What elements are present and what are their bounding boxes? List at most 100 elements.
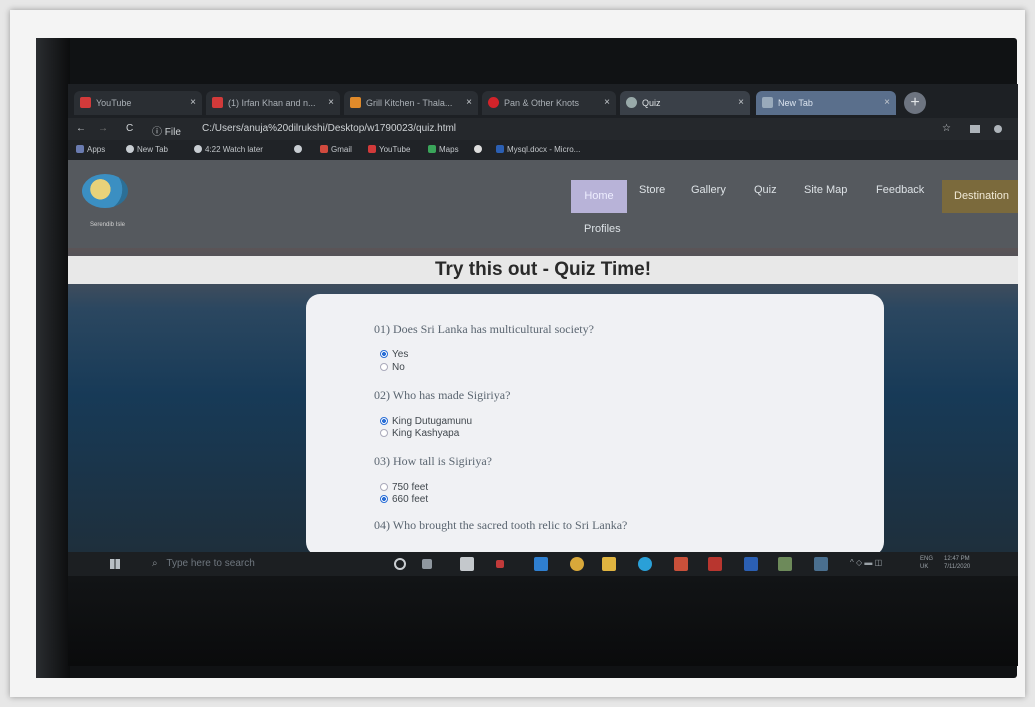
tab-label: Quiz [642, 98, 661, 108]
mail-icon[interactable] [534, 557, 548, 571]
tab-pinterest[interactable]: Pan & Other Knots × [482, 91, 616, 115]
tray-icons[interactable]: ^ ◇ ▬ ◫ [850, 559, 882, 567]
radio-checked[interactable] [380, 495, 388, 503]
nav-site-map[interactable]: Site Map [804, 184, 847, 196]
nav-home[interactable]: Home [571, 180, 627, 213]
app-icon[interactable] [496, 560, 504, 568]
option-q2-kashyapa[interactable]: King Kashyapa [380, 428, 459, 439]
file-explorer-icon[interactable] [602, 557, 616, 571]
bookmark-label: YouTube [379, 145, 411, 154]
nav-gallery[interactable]: Gallery [691, 184, 726, 196]
search-icon: ⌕ [152, 558, 158, 569]
fork-icon [350, 97, 361, 108]
tab-label: YouTube [96, 98, 132, 108]
gmail-icon [320, 145, 328, 153]
nav-feedback[interactable]: Feedback [876, 184, 924, 196]
store-icon[interactable] [460, 557, 474, 571]
cortana-icon[interactable] [394, 558, 406, 570]
nav-profiles[interactable]: Profiles [584, 223, 621, 235]
word-icon [496, 145, 504, 153]
forward-icon[interactable]: → [98, 123, 108, 134]
windows-start-icon[interactable] [110, 559, 120, 569]
new-tab-button[interactable]: + [904, 92, 926, 114]
puzzle-icon[interactable] [994, 125, 1002, 133]
task-view-icon[interactable] [422, 559, 432, 569]
nav-store[interactable]: Store [639, 184, 665, 196]
logo-caption: Serendib Isle [90, 222, 126, 228]
radio-unchecked[interactable] [380, 483, 388, 491]
option-q3-750[interactable]: 750 feet [380, 482, 428, 493]
option-q3-660[interactable]: 660 feet [380, 494, 428, 505]
browser-tabstrip: YouTube × (1) Irfan Khan and n... × Gril… [68, 84, 1018, 118]
bookmark-label: Mysql.docx - Micro... [507, 145, 581, 154]
option-label: No [392, 362, 405, 373]
close-icon[interactable]: × [884, 91, 890, 115]
site-logo-icon[interactable] [82, 174, 128, 208]
site-header: Serendib Isle Home Store Gallery Quiz Si… [68, 160, 1018, 248]
tab-grill-kitchen[interactable]: Grill Kitchen - Thala... × [344, 91, 478, 115]
close-icon[interactable]: × [466, 91, 472, 115]
option-label: King Kashyapa [392, 428, 460, 439]
bookmark-new-tab[interactable]: New Tab [126, 145, 168, 154]
radio-checked[interactable] [380, 417, 388, 425]
bookmark-watch-later[interactable]: 4:22 Watch later [194, 145, 263, 154]
bookmark-label: Apps [87, 145, 106, 154]
question-3: 03) How tall is Sigiriya? [374, 454, 492, 468]
radio-checked[interactable] [380, 350, 388, 358]
chrome-icon[interactable] [570, 557, 584, 571]
reload-icon[interactable]: C [126, 123, 133, 134]
tray-language[interactable]: ENG UK [920, 555, 933, 571]
chrome-icon [474, 145, 482, 153]
globe-icon [294, 145, 302, 153]
app-icon[interactable] [674, 557, 688, 571]
option-q1-yes[interactable]: Yes [380, 349, 408, 360]
close-icon[interactable]: × [328, 91, 334, 115]
radio-unchecked[interactable] [380, 429, 388, 437]
youtube-icon [212, 97, 223, 108]
bookmark-star-icon[interactable]: ☆ [942, 123, 951, 134]
filezilla-icon[interactable] [708, 557, 722, 571]
option-q2-dutugamunu[interactable]: King Dutugamunu [380, 416, 472, 427]
tab-quiz[interactable]: Quiz × [620, 91, 750, 115]
bookmark-misc[interactable] [474, 145, 485, 154]
tab-new-tab[interactable]: New Tab × [756, 91, 896, 115]
bookmark-maps[interactable]: Maps [428, 145, 459, 154]
url-field[interactable]: C:/Users/anuja%20dilrukshi/Desktop/w1790… [202, 123, 456, 134]
bookmark-mysql-docx[interactable]: Mysql.docx - Micro... [496, 145, 580, 154]
globe-icon [626, 97, 637, 108]
bookmark-label: 4:22 Watch later [205, 145, 263, 154]
question-2: 02) Who has made Sigiriya? [374, 388, 511, 402]
tab-irfan[interactable]: (1) Irfan Khan and n... × [206, 91, 340, 115]
tab-youtube[interactable]: YouTube × [74, 91, 202, 115]
web-page: Serendib Isle Home Store Gallery Quiz Si… [68, 160, 1018, 552]
site-info-label[interactable]: ⓘ File [152, 123, 181, 138]
bookmark-youtube[interactable]: YouTube [368, 145, 410, 154]
option-label: Yes [392, 349, 409, 360]
monitor-edge [36, 38, 70, 678]
pinterest-icon [488, 97, 499, 108]
option-label: 750 feet [392, 482, 429, 493]
tray-clock[interactable]: 12:47 PM 7/11/2020 [944, 555, 970, 571]
nav-quiz[interactable]: Quiz [754, 184, 777, 196]
nav-destination[interactable]: Destination [942, 180, 1018, 213]
radio-unchecked[interactable] [380, 363, 388, 371]
search-placeholder: Type here to search [166, 558, 255, 569]
bookmark-globe[interactable] [294, 145, 305, 154]
option-q1-no[interactable]: No [380, 362, 405, 373]
word-icon[interactable] [744, 557, 758, 571]
quiz-card: 01) Does Sri Lanka has multicultural soc… [306, 294, 884, 552]
extension-icon[interactable] [970, 125, 980, 133]
youtube-icon [368, 145, 376, 153]
monitor-lower-bezel [68, 576, 1018, 666]
back-icon[interactable]: ← [76, 123, 86, 134]
close-icon[interactable]: × [190, 91, 196, 115]
bookmark-apps[interactable]: Apps [76, 145, 105, 154]
close-icon[interactable]: × [604, 91, 610, 115]
close-icon[interactable]: × [738, 91, 744, 115]
app-icon[interactable] [814, 557, 828, 571]
taskbar-search[interactable]: ⌕ Type here to search [140, 552, 370, 576]
app-icon[interactable] [778, 557, 792, 571]
bookmarks-bar: Apps New Tab 4:22 Watch later Gmail YouT… [68, 140, 1018, 160]
edge-icon[interactable] [638, 557, 652, 571]
bookmark-gmail[interactable]: Gmail [320, 145, 352, 154]
